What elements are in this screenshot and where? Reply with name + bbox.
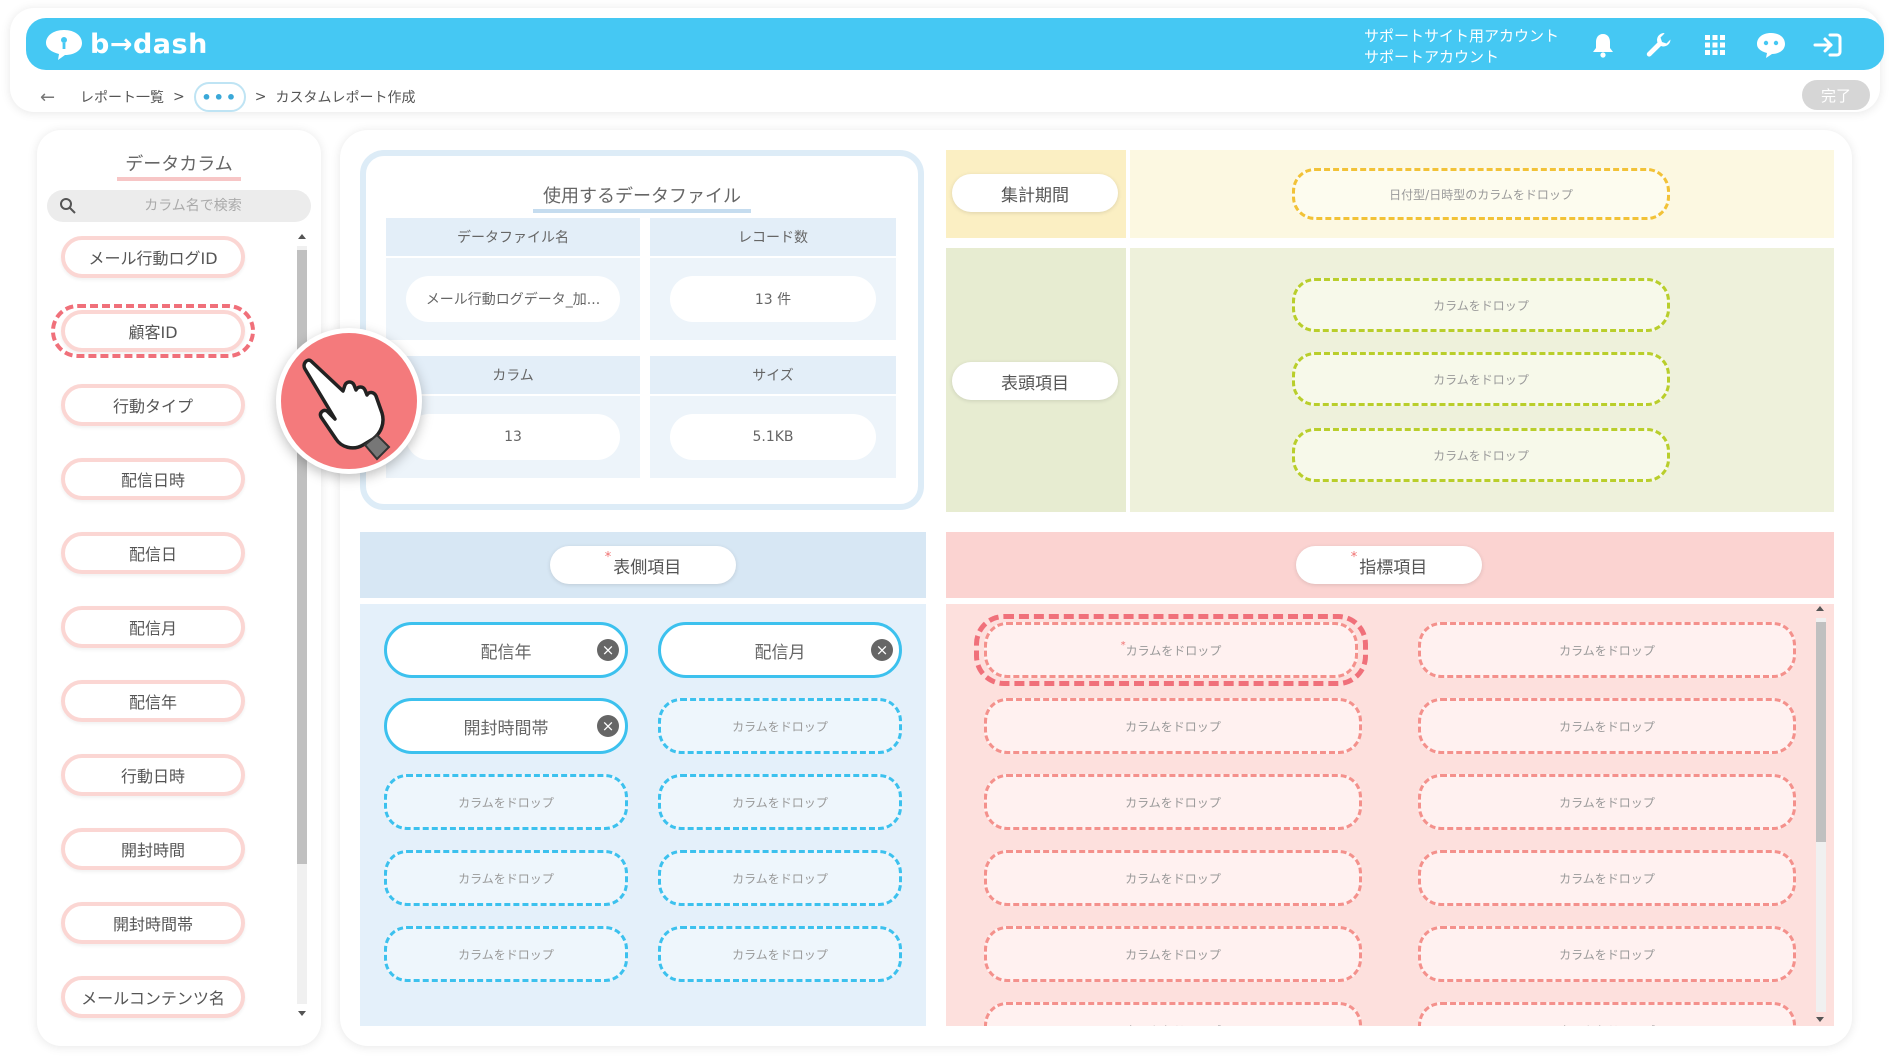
column-count-cell: 13 (386, 396, 640, 478)
metric-drop-slot[interactable]: カラムをドロップ (1418, 698, 1796, 754)
scroll-down-icon[interactable] (1816, 1017, 1824, 1022)
metric-drop-slot[interactable]: カラムをドロップ (984, 698, 1362, 754)
row-drop-slot[interactable]: カラムをドロップ (384, 926, 628, 982)
chat-bot-icon[interactable] (1754, 30, 1788, 60)
column-item[interactable]: 開封時間 (61, 828, 245, 870)
column-list: メール行動ログID 顧客ID 行動タイプ 配信日時 配信日 配信月 配信年 行動… (51, 236, 295, 1031)
size-value: 5.1KB (670, 414, 876, 460)
account-user-name: サポートアカウント (1364, 48, 1500, 66)
breadcrumb-ellipsis-button[interactable]: ••• (193, 82, 246, 112)
data-column-sidebar: データカラム メール行動ログID 顧客ID 行動タイプ 配信日時 配信日 配信月… (37, 130, 321, 1046)
period-label: 集計期間 (952, 174, 1118, 212)
header-items-label: 表頭項目 (952, 362, 1118, 400)
row-drop-slot[interactable]: カラムをドロップ (658, 850, 902, 906)
data-file-card: 使用するデータファイル データファイル名 レコード数 メール行動ログデータ_加.… (360, 150, 924, 510)
column-item-dragging[interactable]: 顧客ID (51, 304, 255, 358)
metric-drop-slot[interactable]: カラムをドロップ (984, 850, 1362, 906)
wrench-icon[interactable] (1644, 30, 1674, 60)
remove-icon[interactable]: × (871, 639, 893, 661)
record-count-header: レコード数 (650, 218, 896, 256)
metric-drop-slot[interactable]: カラムをドロップ (984, 774, 1362, 830)
row-drop-slot[interactable]: カラムをドロップ (384, 850, 628, 906)
top-navigation-bar: b→dash サポートサイト用アカウント サポートアカウント (26, 18, 1884, 70)
column-item[interactable]: メール行動ログID (61, 236, 245, 278)
row-drop-slot[interactable]: カラムをドロップ (384, 774, 628, 830)
row-drop-slot[interactable]: カラムをドロップ (658, 926, 902, 982)
metric-drop-slot[interactable]: カラムをドロップ (984, 1002, 1362, 1026)
logout-icon[interactable] (1810, 30, 1844, 60)
bell-icon[interactable] (1588, 30, 1618, 60)
metric-items-drop-area: * カラムをドロップ カラムをドロップ カラムをドロップ カラムをドロップ カラム… (946, 604, 1834, 1026)
pointing-hand-icon (302, 358, 391, 461)
arrow-left-icon[interactable]: ← (40, 87, 64, 108)
record-count-value: 13 件 (670, 276, 876, 322)
metric-drop-slot[interactable]: カラムをドロップ (1418, 622, 1796, 678)
breadcrumb-report-list[interactable]: レポート一覧 (80, 87, 164, 107)
column-count-value: 13 (406, 414, 620, 460)
size-header: サイズ (650, 356, 896, 394)
metric-scrollbar[interactable] (1814, 604, 1828, 1026)
record-count-cell: 13 件 (650, 258, 896, 340)
data-file-title: 使用するデータファイル (366, 182, 918, 213)
size-cell: 5.1KB (650, 396, 896, 478)
column-item[interactable]: 配信日 (61, 532, 245, 574)
scroll-thumb[interactable] (1816, 622, 1826, 842)
header-drop-slot[interactable]: カラムをドロップ (1292, 428, 1670, 482)
search-icon (60, 198, 76, 214)
logo-bubble-icon (44, 28, 84, 60)
column-count-header: カラム (386, 356, 640, 394)
logo-text: b→dash (90, 28, 208, 60)
grid-icon[interactable] (1700, 30, 1730, 60)
column-item[interactable]: 配信月 (61, 606, 245, 648)
row-items-label: * 表側項目 (550, 546, 736, 584)
file-name-header: データファイル名 (386, 218, 640, 256)
bdash-logo[interactable]: b→dash (44, 28, 208, 60)
file-name-value: メール行動ログデータ_加... (406, 276, 620, 322)
period-drop-slot[interactable]: 日付型/日時型のカラムをドロップ (1292, 168, 1670, 220)
drag-hand-cursor (276, 328, 422, 474)
column-item[interactable]: 開封時間帯 (61, 902, 245, 944)
file-name-cell: メール行動ログデータ_加... (386, 258, 640, 340)
breadcrumb-separator: > (254, 89, 267, 105)
header-card: b→dash サポートサイト用アカウント サポートアカウント ← レポート一覧 … (10, 8, 1884, 112)
metric-drop-slot[interactable]: カラムをドロップ (1418, 850, 1796, 906)
metric-drop-slot[interactable]: カラムをドロップ (1418, 926, 1796, 982)
breadcrumb-separator: > (173, 89, 185, 105)
done-button[interactable]: 完了 (1802, 80, 1870, 110)
row-item-pill[interactable]: 配信月 × (658, 622, 902, 678)
row-drop-slot[interactable]: カラムをドロップ (658, 774, 902, 830)
remove-icon[interactable]: × (597, 715, 619, 737)
column-search (47, 190, 311, 222)
metric-drop-slot[interactable]: カラムをドロップ (984, 926, 1362, 982)
metric-drop-slot[interactable]: カラムをドロップ (1418, 1002, 1796, 1026)
scroll-up-icon[interactable] (298, 234, 306, 239)
breadcrumb-current: カスタムレポート作成 (275, 90, 416, 106)
row-item-pill[interactable]: 開封時間帯 × (384, 698, 628, 754)
remove-icon[interactable]: × (597, 639, 619, 661)
column-item[interactable]: 配信年 (61, 680, 245, 722)
header-drop-slot[interactable]: カラムをドロップ (1292, 278, 1670, 332)
column-item[interactable]: 行動タイプ (61, 384, 245, 426)
required-mark: * (1350, 549, 1358, 565)
breadcrumb: ← レポート一覧 > ••• > カスタムレポート作成 (40, 82, 415, 112)
column-item[interactable]: メールコンテンツ名 (61, 976, 245, 1018)
account-site-name: サポートサイト用アカウント (1364, 27, 1560, 45)
metric-items-label: * 指標項目 (1296, 546, 1482, 584)
column-search-input[interactable] (83, 190, 303, 222)
required-mark: * (604, 549, 612, 565)
row-item-pill[interactable]: 配信年 × (384, 622, 628, 678)
scroll-up-icon[interactable] (1816, 606, 1824, 611)
header-drop-slot[interactable]: カラムをドロップ (1292, 352, 1670, 406)
account-info[interactable]: サポートサイト用アカウント サポートアカウント (1364, 26, 1559, 68)
column-item[interactable]: 行動日時 (61, 754, 245, 796)
drop-target-highlight (974, 614, 1368, 686)
report-builder: 使用するデータファイル データファイル名 レコード数 メール行動ログデータ_加.… (340, 130, 1852, 1046)
sidebar-title: データカラム (37, 150, 321, 181)
column-item[interactable]: 配信日時 (61, 458, 245, 500)
scroll-down-icon[interactable] (298, 1011, 306, 1016)
row-drop-slot[interactable]: カラムをドロップ (658, 698, 902, 754)
metric-drop-slot[interactable]: カラムをドロップ (1418, 774, 1796, 830)
